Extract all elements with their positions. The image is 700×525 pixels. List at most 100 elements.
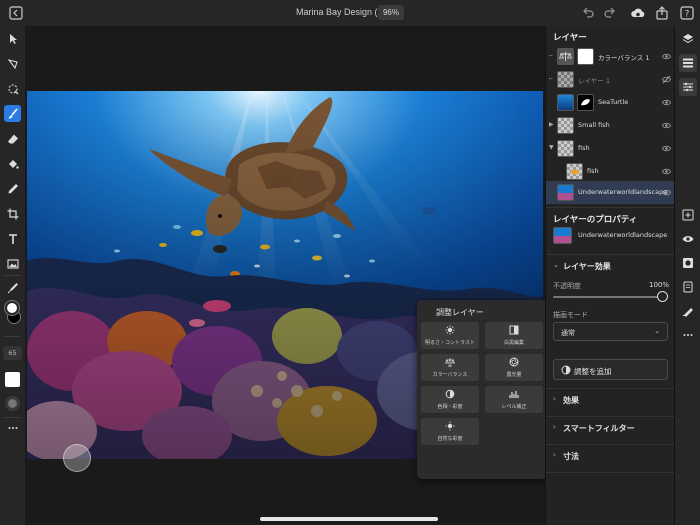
adjustment-layer-popup: 調整レイヤー 明るさ・コントラスト 白黒編集 カラーバランス 露光量 色相・彩度…	[417, 300, 547, 479]
eye-icon[interactable]	[662, 121, 671, 130]
aperture-icon	[509, 357, 519, 369]
home-back-icon[interactable]	[8, 5, 24, 21]
fill-tool-icon[interactable]	[4, 155, 21, 172]
brush-color-preview[interactable]	[5, 372, 20, 387]
eye-icon[interactable]	[662, 52, 671, 61]
layer-thumbnail	[557, 71, 574, 88]
eye-icon[interactable]	[662, 188, 671, 197]
transform-tool-icon[interactable]	[4, 55, 21, 72]
opacity-label: 不透明度	[553, 282, 581, 290]
zoom-level[interactable]: 96%	[378, 5, 404, 20]
histogram-icon	[509, 389, 519, 401]
color-balance-button[interactable]: カラーバランス	[421, 354, 479, 381]
mask-icon[interactable]	[679, 254, 697, 272]
clip-link-icon: ⌐	[549, 53, 554, 59]
delete-layer-icon[interactable]	[679, 302, 697, 320]
properties-sliders-icon[interactable]	[679, 78, 697, 96]
layer-name: カラーバランス 1	[598, 54, 650, 62]
layers-stack-icon[interactable]	[679, 30, 697, 48]
exposure-button[interactable]: 露光量	[485, 354, 543, 381]
opacity-slider-handle[interactable]	[657, 291, 668, 302]
layer-row-fish-group[interactable]: ▼ fish	[546, 137, 675, 160]
toolbar-divider	[5, 275, 20, 276]
hue-icon	[445, 389, 455, 401]
cloud-sync-icon[interactable]	[630, 5, 646, 21]
clone-stamp-tool-icon[interactable]	[4, 180, 21, 197]
clipping-mask-icon[interactable]	[679, 278, 697, 296]
vibrance-button[interactable]: 自然な彩度	[421, 418, 479, 445]
layer-thumbnail	[566, 163, 583, 180]
layer-row-fish[interactable]: fish	[546, 160, 675, 183]
canvas-area[interactable]: 調整レイヤー 明るさ・コントラスト 白黒編集 カラーバランス 露光量 色相・彩度…	[25, 26, 547, 525]
layer-name: Small fish	[578, 121, 610, 129]
home-indicator	[260, 517, 438, 521]
add-adjustment-button[interactable]: 調整を追加	[553, 359, 668, 380]
balance-scale-icon	[444, 357, 456, 369]
crop-tool-icon[interactable]	[4, 205, 21, 222]
layer-name: fish	[578, 144, 590, 152]
brightness-contrast-button[interactable]: 明るさ・コントラスト	[421, 322, 479, 349]
layer-list-icon[interactable]	[679, 54, 697, 72]
toolbar-divider	[5, 417, 20, 418]
hue-saturation-button[interactable]: 色相・彩度	[421, 386, 479, 413]
right-task-bar	[674, 26, 700, 525]
more-options-icon[interactable]	[679, 326, 697, 344]
properties-layer: Underwaterworldlandscape	[546, 224, 675, 247]
eraser-tool-icon[interactable]	[4, 130, 21, 147]
selection-tool-icon[interactable]	[4, 80, 21, 97]
layer-effects-section[interactable]: ⌄ レイヤー効果	[546, 255, 675, 277]
more-tools-icon[interactable]	[4, 419, 21, 436]
layer-row-layer-1[interactable]: ⌐ レイヤー 1	[546, 68, 675, 91]
layer-row-small-fish[interactable]: ▶ Small fish	[546, 114, 675, 137]
brush-tool-icon[interactable]	[4, 105, 21, 122]
dimensions-section[interactable]: › 寸法	[546, 445, 675, 467]
eye-icon[interactable]	[662, 98, 671, 107]
brush-size-indicator[interactable]: 65	[3, 346, 22, 360]
clip-link-icon: ⌐	[549, 76, 554, 82]
place-image-tool-icon[interactable]	[4, 255, 21, 272]
foreground-color-swatch[interactable]	[5, 301, 19, 315]
svg-text:?: ?	[685, 10, 690, 20]
eye-hidden-icon[interactable]	[662, 75, 671, 84]
help-icon[interactable]: ?	[679, 5, 695, 21]
panel-divider	[546, 472, 675, 473]
toolbar-divider	[5, 336, 20, 337]
eye-icon[interactable]	[662, 167, 671, 176]
blend-mode-select[interactable]: 通常 ⌄	[553, 322, 668, 341]
add-layer-icon[interactable]	[679, 206, 697, 224]
effects-section[interactable]: › 効果	[546, 389, 675, 411]
vibrance-sun-icon	[445, 421, 455, 433]
layer-row-underwaterworldlandscape[interactable]: Underwaterworldlandscape	[546, 181, 675, 204]
chevron-down-icon: ⌄	[654, 327, 660, 335]
chevron-down-icon[interactable]: ▼	[549, 144, 554, 151]
eyedropper-tool-icon[interactable]	[4, 279, 21, 296]
layer-thumbnail	[557, 184, 574, 201]
layers-title: レイヤー	[553, 33, 587, 43]
top-bar: Marina Bay Design (1) 96% ?	[0, 0, 700, 26]
brush-hardness-preview[interactable]	[5, 396, 20, 411]
undo-icon[interactable]	[580, 5, 596, 21]
layer-row-seaturtle[interactable]: SeaTurtle	[546, 91, 675, 114]
smart-filters-section[interactable]: › スマートフィルター	[546, 417, 675, 439]
levels-button[interactable]: レベル補正	[485, 386, 543, 413]
popup-title: 調整レイヤー	[436, 308, 484, 317]
touch-shortcut-button[interactable]	[63, 444, 91, 472]
group-thumbnail	[557, 140, 574, 157]
layer-name: レイヤー 1	[578, 77, 611, 85]
move-tool-icon[interactable]	[4, 30, 21, 47]
properties-layer-name: Underwaterworldlandscape	[578, 231, 668, 239]
eye-icon[interactable]	[662, 144, 671, 153]
layer-name: Underwaterworldlandscape	[578, 188, 668, 196]
redo-icon[interactable]	[602, 5, 618, 21]
black-white-button[interactable]: 白黒編集	[485, 322, 543, 349]
chevron-right-icon[interactable]: ▶	[549, 121, 554, 128]
sun-icon	[445, 325, 455, 337]
opacity-slider-track[interactable]	[553, 296, 667, 298]
layer-thumbnail	[553, 227, 572, 244]
layer-row-color-balance[interactable]: ⌐ カラーバランス 1	[546, 45, 675, 68]
share-icon[interactable]	[654, 5, 670, 21]
type-tool-icon[interactable]	[4, 230, 21, 247]
document-title[interactable]: Marina Bay Design (1)	[296, 7, 386, 17]
opacity-value: 100%	[649, 281, 670, 289]
visibility-eye-icon[interactable]	[679, 230, 697, 248]
